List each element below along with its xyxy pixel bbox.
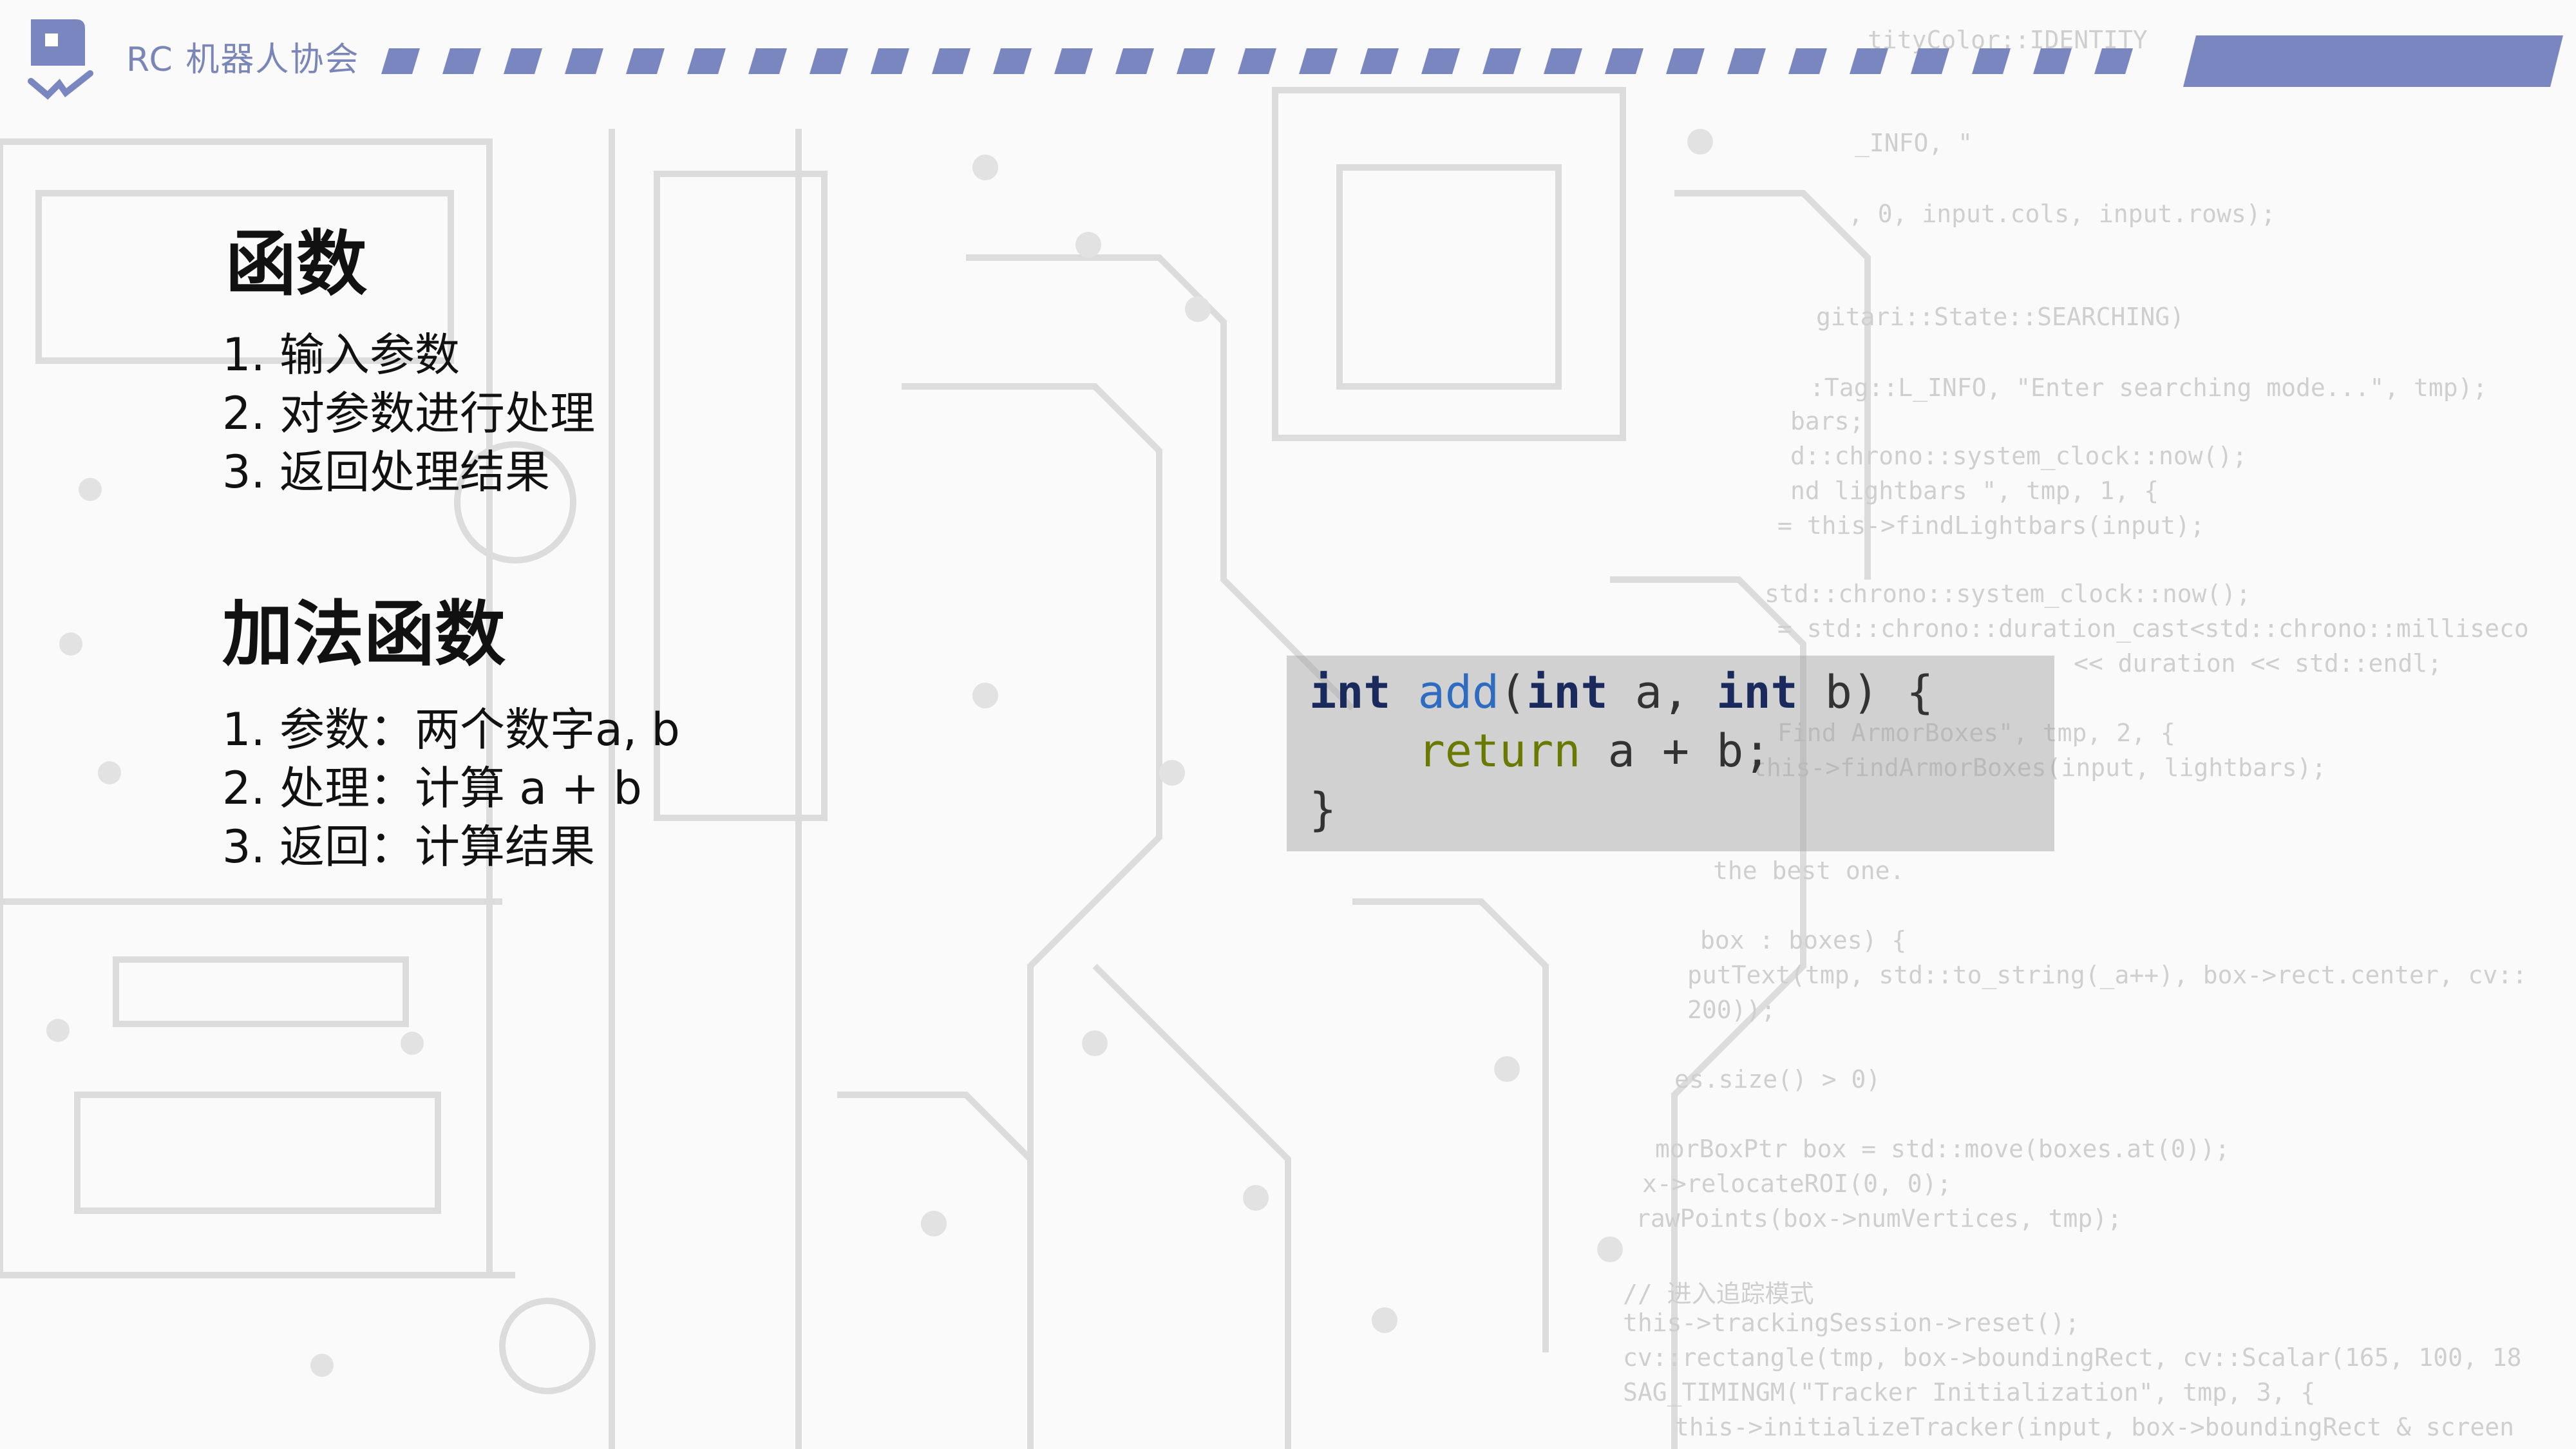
header-dash <box>565 48 603 74</box>
bg-code-line: , 0, input.cols, input.rows); <box>1848 200 2276 228</box>
header-dash-bar <box>381 35 2563 87</box>
bg-code-line: SAG_TIMINGM("Tracker Initialization", tm… <box>1623 1378 2316 1406</box>
header-dash <box>1238 48 1276 74</box>
header-dash <box>1544 48 1582 74</box>
header-dash <box>1482 48 1521 74</box>
header-dash <box>1972 48 2011 74</box>
add-function-list: 1. 参数：两个数字a, b 2. 处理：计算 a + b 3. 返回：计算结果 <box>222 701 680 876</box>
code-block: int add(int a, int b) { return a + b;} <box>1309 663 1933 839</box>
header-dash <box>1299 48 1338 74</box>
list-item: 3. 返回：计算结果 <box>222 820 596 873</box>
header-dash <box>748 48 787 74</box>
code-line-1: int add(int a, int b) { <box>1309 663 1933 722</box>
header-dash <box>1115 48 1154 74</box>
bg-code-line: nd lightbars ", tmp, 1, { <box>1790 477 2159 505</box>
bg-code-line: putText(tmp, std::to_string(_a++), box->… <box>1687 961 2528 989</box>
bg-code-line: rawPoints(box->numVertices, tmp); <box>1636 1204 2122 1233</box>
code-text: a, <box>1607 666 1717 719</box>
code-keyword: int <box>1526 666 1608 719</box>
bg-code-line: << duration << std::endl; <box>2074 649 2442 677</box>
header-dash <box>1850 48 1888 74</box>
header-dash <box>626 48 665 74</box>
header-dash <box>1360 48 1399 74</box>
bg-code-line: :Tag::L_INFO, "Enter searching mode...",… <box>1810 374 2488 402</box>
code-keyword-return: return <box>1417 724 1581 777</box>
bg-code-line: gitari::State::SEARCHING) <box>1816 303 2184 331</box>
section-title-functions: 函数 <box>225 223 367 305</box>
header-dash <box>932 48 971 74</box>
bg-code-line: // 进入追踪模式 <box>1623 1280 1814 1308</box>
code-text: a + b; <box>1580 724 1771 777</box>
code-function-name: add <box>1417 666 1500 719</box>
header-dash <box>381 48 420 74</box>
code-keyword: int <box>1716 666 1798 719</box>
bg-code-line: _INFO, " <box>1855 129 1973 157</box>
header-dash <box>504 48 542 74</box>
code-text: ( <box>1499 666 1527 719</box>
code-line-2: return a + b; <box>1309 722 1933 781</box>
header-dash <box>442 48 481 74</box>
header-dash <box>1911 48 1949 74</box>
header-dash <box>2033 48 2072 74</box>
header-dash <box>871 48 909 74</box>
header-dash <box>687 48 726 74</box>
bg-code-line: 200)); <box>1687 996 1776 1024</box>
code-keyword: int <box>1309 666 1391 719</box>
header-dash <box>2094 48 2133 74</box>
code-line-3: } <box>1309 783 1337 836</box>
function-steps-list: 1. 输入参数 2. 对参数进行处理 3. 返回处理结果 <box>222 326 595 502</box>
brand-name: RC 机器人协会 <box>126 41 360 79</box>
list-item: 1. 输入参数 <box>222 328 460 381</box>
header-dash <box>1788 48 1827 74</box>
header-dash <box>1177 48 1215 74</box>
bg-code-line: this->trackingSession->reset(); <box>1623 1309 2080 1337</box>
bg-code-line: bars; <box>1790 407 1864 435</box>
header-dash <box>1421 48 1460 74</box>
header-dash <box>1054 48 1093 74</box>
header-dash <box>1727 48 1766 74</box>
code-text: b) { <box>1797 666 1934 719</box>
bg-code-line: the best one. <box>1713 857 1905 885</box>
header-dash <box>810 48 848 74</box>
section-title-add-function: 加法函数 <box>222 593 506 676</box>
list-item: 1. 参数：两个数字a, b <box>222 703 680 756</box>
bg-code-line: std::chrono::system_clock::now(); <box>1765 580 2251 608</box>
list-item: 3. 返回处理结果 <box>222 446 551 498</box>
bg-code-line: = this->findLightbars(input); <box>1777 511 2205 540</box>
bg-code-line: d::chrono::system_clock::now(); <box>1790 442 2248 470</box>
bg-code-line: x->relocateROI(0, 0); <box>1642 1170 1952 1198</box>
bg-code-line: box : boxes) { <box>1700 926 1907 954</box>
header-dash <box>993 48 1032 74</box>
bg-code-line: es.size() > 0) <box>1674 1065 1881 1094</box>
bg-code-line: morBoxPtr box = std::move(boxes.at(0)); <box>1655 1135 2230 1163</box>
bg-code-line: = std::chrono::duration_cast<std::chrono… <box>1777 614 2529 643</box>
list-item: 2. 处理：计算 a + b <box>222 762 642 815</box>
header-dash <box>1666 48 1705 74</box>
bg-code-line: this->initializeTracker(input, box->boun… <box>1674 1413 2515 1441</box>
bg-code-line: cv::rectangle(tmp, box->boundingRect, cv… <box>1623 1343 2522 1372</box>
list-item: 2. 对参数进行处理 <box>222 387 596 440</box>
header-dash <box>1605 48 1643 74</box>
robot-logo-icon <box>28 19 93 100</box>
